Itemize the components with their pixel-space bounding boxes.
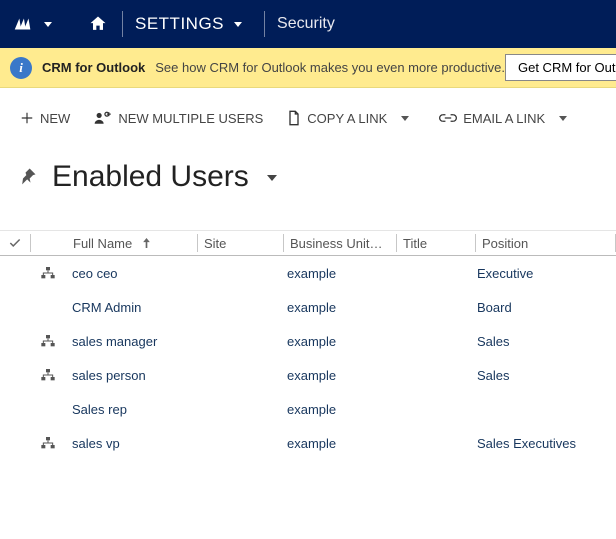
copy-link-button[interactable]: COPY A LINK	[277, 106, 397, 130]
table-row[interactable]: Sales rep example	[0, 392, 616, 426]
sort-asc-icon	[142, 236, 151, 251]
cell-position: Executive	[471, 266, 616, 281]
cmd-label: COPY A LINK	[307, 111, 387, 126]
banner-title: CRM for Outlook	[42, 60, 145, 75]
cell-fullname: sales vp	[66, 436, 196, 451]
home-icon	[88, 14, 108, 34]
column-label: Business Unit…	[290, 236, 382, 251]
hierarchy-icon	[40, 436, 56, 450]
email-link-button[interactable]: EMAIL A LINK	[429, 107, 555, 130]
checkmark-icon	[8, 236, 22, 250]
table-row[interactable]: CRM Admin example Board	[0, 290, 616, 324]
cell-business-unit: example	[281, 368, 393, 383]
get-crm-button[interactable]: Get CRM for Outlook	[505, 54, 616, 81]
cell-fullname: sales manager	[66, 334, 196, 349]
chevron-down-icon	[44, 22, 52, 27]
cell-business-unit: example	[281, 436, 393, 451]
page-title: Enabled Users	[52, 160, 249, 193]
document-icon	[287, 110, 301, 126]
nav-security-link[interactable]: Security	[265, 0, 347, 48]
nav-logo-segment[interactable]	[0, 0, 74, 48]
column-header-site[interactable]: Site	[198, 236, 283, 251]
view-title-dropdown[interactable]: Enabled Users	[52, 160, 277, 194]
cmd-label: EMAIL A LINK	[463, 111, 545, 126]
link-icon	[439, 112, 457, 124]
cmd-label: NEW MULTIPLE USERS	[118, 111, 263, 126]
cell-business-unit: example	[281, 402, 393, 417]
column-header-position[interactable]: Position	[476, 236, 615, 251]
column-label: Site	[204, 236, 226, 251]
hierarchy-icon	[40, 368, 56, 382]
users-grid: Full Name Site Business Unit… Title Posi…	[0, 230, 616, 460]
new-multiple-users-button[interactable]: NEW MULTIPLE USERS	[84, 107, 273, 130]
plus-icon	[20, 111, 34, 125]
nav-security-label: Security	[277, 15, 335, 33]
column-label: Full Name	[73, 236, 132, 251]
cell-position: Board	[471, 300, 616, 315]
cell-business-unit: example	[281, 266, 393, 281]
column-header-fullname[interactable]: Full Name	[67, 236, 197, 251]
cell-fullname: sales person	[66, 368, 196, 383]
hierarchy-button[interactable]	[30, 436, 66, 450]
column-label: Position	[482, 236, 528, 251]
pin-icon[interactable]	[18, 166, 38, 189]
column-header-title[interactable]: Title	[397, 236, 475, 251]
users-plus-icon	[94, 111, 112, 125]
hierarchy-icon	[40, 334, 56, 348]
cell-position: Sales	[471, 368, 616, 383]
cell-position: Sales Executives	[471, 436, 616, 451]
dynamics-logo-icon	[12, 13, 34, 35]
table-row[interactable]: sales vp example Sales Executives	[0, 426, 616, 460]
hierarchy-icon	[40, 266, 56, 280]
table-row[interactable]: ceo ceo example Executive	[0, 256, 616, 290]
page-header: Enabled Users	[0, 136, 616, 202]
hierarchy-button[interactable]	[30, 368, 66, 382]
caret-down-icon	[559, 116, 567, 121]
hierarchy-button[interactable]	[30, 334, 66, 348]
cell-position: Sales	[471, 334, 616, 349]
cell-business-unit: example	[281, 300, 393, 315]
nav-home-button[interactable]	[74, 0, 122, 48]
banner-text: See how CRM for Outlook makes you even m…	[155, 60, 505, 75]
nav-settings-label: SETTINGS	[135, 14, 224, 34]
cell-fullname: ceo ceo	[66, 266, 196, 281]
grid-header-row: Full Name Site Business Unit… Title Posi…	[0, 230, 616, 256]
column-separator	[30, 234, 31, 252]
command-bar: NEW NEW MULTIPLE USERS COPY A LINK EMAIL…	[0, 88, 616, 136]
cell-business-unit: example	[281, 334, 393, 349]
copy-link-dropdown[interactable]	[395, 108, 415, 128]
cmd-label: NEW	[40, 111, 70, 126]
hierarchy-button[interactable]	[30, 266, 66, 280]
grid-body: ceo ceo example Executive CRM Admin example B…	[0, 256, 616, 460]
table-row[interactable]: sales person example Sales	[0, 358, 616, 392]
top-navbar: SETTINGS Security	[0, 0, 616, 48]
email-link-dropdown[interactable]	[553, 108, 573, 128]
column-label: Title	[403, 236, 427, 251]
outlook-banner: i CRM for Outlook See how CRM for Outloo…	[0, 48, 616, 88]
info-icon: i	[10, 57, 32, 79]
column-header-business-unit[interactable]: Business Unit…	[284, 236, 396, 251]
table-row[interactable]: sales manager example Sales	[0, 324, 616, 358]
caret-down-icon	[401, 116, 409, 121]
new-button[interactable]: NEW	[10, 107, 80, 130]
nav-settings-menu[interactable]: SETTINGS	[123, 0, 264, 48]
caret-down-icon	[267, 175, 277, 181]
cell-fullname: Sales rep	[66, 402, 196, 417]
cell-fullname: CRM Admin	[66, 300, 196, 315]
select-all-checkbox[interactable]	[0, 236, 30, 250]
chevron-down-icon	[234, 22, 242, 27]
